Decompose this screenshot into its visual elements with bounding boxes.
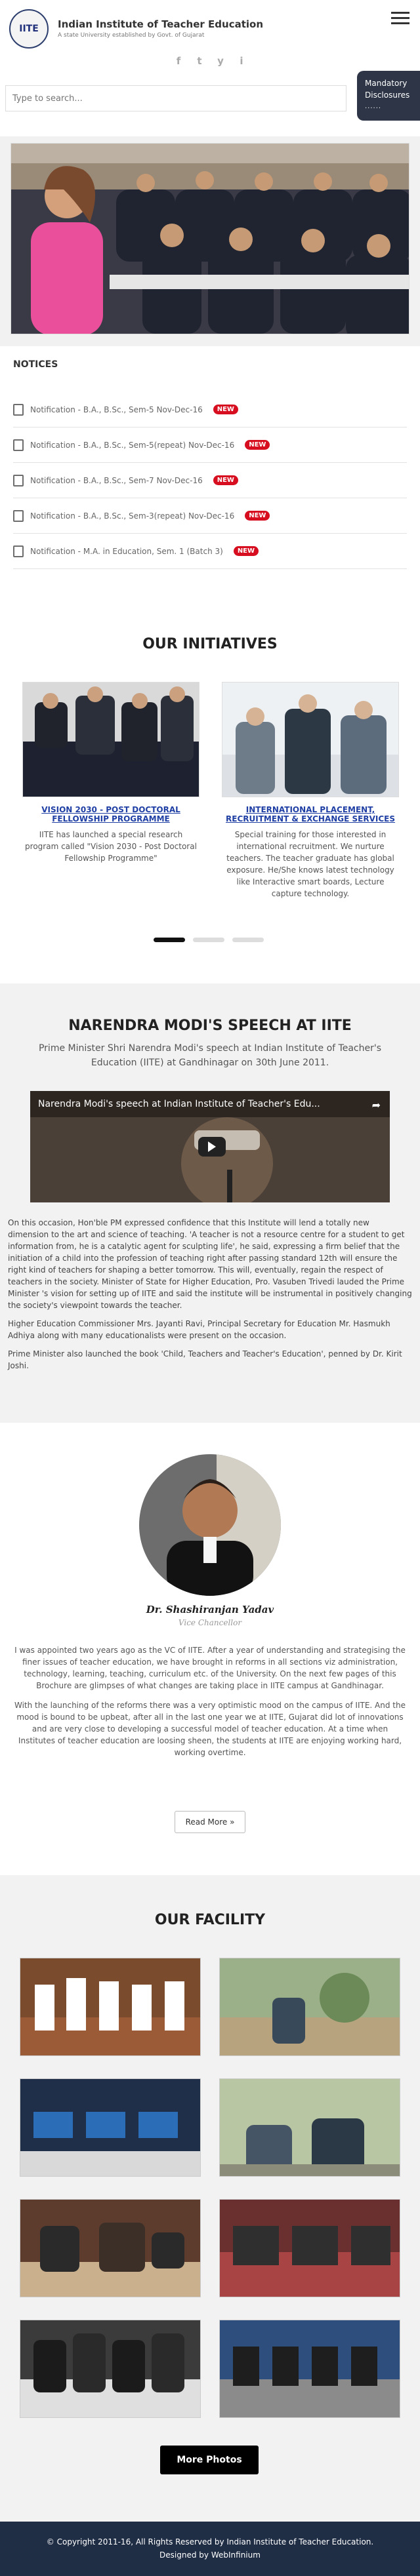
speech-paragraph: Prime Minister also launched the book 'C…	[8, 1349, 402, 1370]
initiative-card-body: IITE has launched a special research pro…	[25, 830, 197, 863]
brand-name: Indian Institute of Teacher Education	[58, 18, 264, 30]
notice-text[interactable]: Notification - B.A., B.Sc., Sem-5(repeat…	[30, 441, 234, 450]
new-badge: NEW	[213, 475, 238, 485]
mandatory-disclosures-button[interactable]: Mandatory Disclosures ......	[357, 71, 420, 121]
facility-title: OUR FACILITY	[154, 1912, 266, 1928]
youtube-icon[interactable]: y	[214, 55, 227, 68]
social-links: f t y i	[172, 55, 248, 68]
notice-item[interactable]: Notification - B.A., B.Sc., Sem-3(repeat…	[13, 498, 407, 534]
notice-text[interactable]: Notification - B.A., B.Sc., Sem-3(repeat…	[30, 511, 234, 521]
read-more-button[interactable]: Read More »	[175, 1811, 245, 1833]
document-icon	[13, 439, 24, 451]
carousel-dot[interactable]	[232, 938, 264, 942]
youtube-video-player[interactable]: Narendra Modi's speech at Indian Institu…	[30, 1091, 390, 1202]
footer: © Copyright 2011-16, All Rights Reserved…	[0, 2522, 420, 2576]
new-badge: NEW	[213, 405, 238, 414]
facility-photo[interactable]	[219, 1958, 400, 2056]
initiative-card-title[interactable]: VISION 2030 - POST DOCTORAL FELLOWSHIP P…	[22, 805, 200, 823]
initiative-card-body: Special training for those interested in…	[226, 830, 394, 898]
vice-chancellor-photo	[139, 1454, 281, 1596]
vice-chancellor-message: I was appointed two years ago as the VC …	[14, 1644, 406, 1766]
initiatives-section: OUR INITIATIVES VISION 2030 - POST DOCTO…	[0, 597, 420, 957]
notice-text[interactable]: Notification - B.A., B.Sc., Sem-7 Nov-De…	[30, 476, 203, 485]
speech-paragraph: On this occasion, Hon'ble PM expressed c…	[8, 1218, 412, 1310]
iite-logo[interactable]: IITE	[9, 9, 49, 49]
video-title: Narendra Modi's speech at Indian Institu…	[38, 1099, 320, 1109]
facility-photo[interactable]	[219, 2199, 400, 2297]
notice-item[interactable]: Notification - M.A. in Education, Sem. 1…	[13, 534, 407, 569]
initiatives-title: OUR INITIATIVES	[142, 636, 278, 652]
facility-section: OUR FACILITY More Photos	[0, 1875, 420, 2522]
speech-subtitle: Prime Minister Shri Narendra Modi's spee…	[38, 1043, 381, 1068]
brand-subtitle: A state University established by Govt. …	[58, 32, 205, 39]
footer-copyright: © Copyright 2011-16, All Rights Reserved…	[46, 2537, 374, 2546]
initiative-card: INTERNATIONAL PLACEMENT, RECRUITMENT & E…	[222, 682, 399, 900]
document-icon	[13, 545, 24, 557]
twitter-icon[interactable]: t	[193, 55, 206, 68]
carousel-dots	[154, 938, 264, 942]
new-badge: NEW	[245, 440, 270, 450]
new-badge: NEW	[245, 511, 270, 521]
facility-photo[interactable]	[219, 2078, 400, 2177]
initiative-card: VISION 2030 - POST DOCTORAL FELLOWSHIP P…	[22, 682, 200, 864]
vc-paragraph: I was appointed two years ago as the VC …	[14, 1646, 406, 1690]
document-icon	[13, 403, 24, 416]
carousel-dot[interactable]	[154, 938, 185, 942]
hero-classroom-image	[10, 143, 410, 334]
speech-text: On this occasion, Hon'ble PM expressed c…	[8, 1217, 412, 1378]
instagram-icon[interactable]: i	[235, 55, 248, 68]
vice-chancellor-role: Vice Chancellor	[178, 1618, 242, 1627]
carousel-dot[interactable]	[193, 938, 224, 942]
mandatory-dots: ......	[365, 103, 382, 110]
notice-item[interactable]: Notification - B.A., B.Sc., Sem-5 Nov-De…	[13, 392, 407, 427]
vc-paragraph: With the launching of the reforms there …	[14, 1701, 406, 1757]
hamburger-menu-icon[interactable]	[391, 12, 410, 26]
facility-photo[interactable]	[20, 2078, 201, 2177]
speech-section: NARENDRA MODI'S SPEECH AT IITE Prime Min…	[0, 983, 420, 1423]
vice-chancellor-name: Dr. Shashiranjan Yadav	[146, 1604, 274, 1615]
facility-photo[interactable]	[20, 1958, 201, 2056]
document-icon	[13, 474, 24, 486]
notices-title: NOTICES	[13, 359, 58, 370]
notice-text[interactable]: Notification - B.A., B.Sc., Sem-5 Nov-De…	[30, 405, 203, 414]
footer-designer[interactable]: Designed by WebInfinium	[0, 2550, 420, 2560]
document-icon	[13, 509, 24, 522]
hero-section	[0, 136, 420, 346]
facebook-icon[interactable]: f	[172, 55, 185, 68]
vision-2030-image[interactable]	[22, 682, 200, 797]
facility-photo[interactable]	[20, 2199, 201, 2297]
international-placement-image[interactable]	[222, 682, 399, 797]
notice-item[interactable]: Notification - B.A., B.Sc., Sem-7 Nov-De…	[13, 463, 407, 498]
vice-chancellor-section: Dr. Shashiranjan Yadav Vice Chancellor I…	[0, 1423, 420, 1875]
logo-text: IITE	[19, 24, 39, 34]
mandatory-line2: Disclosures	[365, 90, 410, 100]
speech-paragraph: Higher Education Commissioner Mrs. Jayan…	[8, 1319, 390, 1340]
share-icon[interactable]: ➦	[372, 1099, 381, 1111]
initiative-card-title[interactable]: INTERNATIONAL PLACEMENT, RECRUITMENT & E…	[222, 805, 399, 823]
new-badge: NEW	[233, 546, 259, 556]
mandatory-line1: Mandatory	[365, 79, 408, 88]
play-icon[interactable]	[198, 1137, 226, 1157]
facility-photo[interactable]	[20, 2320, 201, 2418]
search-input[interactable]	[5, 85, 346, 111]
notice-text[interactable]: Notification - M.A. in Education, Sem. 1…	[30, 547, 223, 556]
notices-section: NOTICES Notification - B.A., B.Sc., Sem-…	[0, 346, 420, 569]
more-photos-button[interactable]: More Photos	[160, 2446, 259, 2474]
brand: Indian Institute of Teacher Education A …	[58, 18, 263, 39]
speech-title: NARENDRA MODI'S SPEECH AT IITE	[68, 1018, 352, 1034]
header: IITE Indian Institute of Teacher Educati…	[0, 0, 420, 79]
notice-item[interactable]: Notification - B.A., B.Sc., Sem-5(repeat…	[13, 427, 407, 463]
facility-photo[interactable]	[219, 2320, 400, 2418]
